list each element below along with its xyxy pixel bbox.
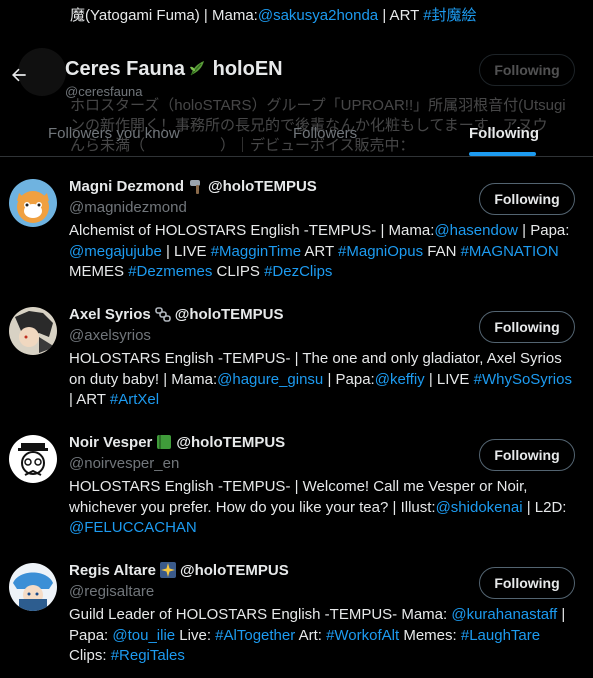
green-book-icon (157, 435, 172, 449)
bio-link[interactable]: #MagniOpus (338, 243, 423, 260)
user-name-suffix: @holoTEMPUS (208, 177, 317, 195)
bg-line1-text: 魔(Yatogami Fuma) | Mama: (70, 7, 258, 24)
user-bio: HOLOSTARS English -TEMPUS- | The one and… (69, 349, 579, 411)
bio-link[interactable]: #RegiTales (111, 647, 185, 664)
list-item-noir[interactable]: Noir Vesper @holoTEMPUS @noirvesper_en H… (0, 413, 593, 541)
bio-link[interactable]: #LaughTare (461, 627, 540, 644)
page-title-suffix: holoEN (207, 58, 283, 80)
following-button[interactable]: Following (479, 183, 575, 215)
bio-text: | Papa: (323, 370, 375, 388)
bio-text: FAN (423, 242, 461, 260)
user-name-suffix: @holoTEMPUS (174, 305, 284, 323)
bio-text: | L2D: (522, 498, 567, 516)
bg-follow-button: Following (479, 54, 575, 86)
user-handle[interactable]: @regisaltare (69, 583, 154, 600)
user-handle[interactable]: @magnidezmond (69, 199, 187, 216)
user-name[interactable]: Magni Dezmond @holoTEMPUS (69, 177, 317, 195)
avatar[interactable] (9, 435, 57, 483)
bio-text: Alchemist of HOLOSTARS English -TEMPUS- … (69, 222, 435, 239)
user-bio: HOLOSTARS English -TEMPUS- | Welcome! Ca… (69, 477, 579, 539)
arrow-left-icon (12, 68, 26, 82)
bio-text: Guild Leader of HOLOSTARS English -TEMPU… (69, 606, 452, 623)
bio-link[interactable]: @hasendow (434, 222, 518, 239)
page-handle: @ceresfauna (65, 84, 143, 99)
tab-following[interactable]: Following (469, 110, 539, 156)
chains-icon (154, 307, 171, 322)
bio-text: | LIVE (424, 370, 474, 388)
back-button[interactable] (4, 60, 34, 90)
list-item-axel[interactable]: Axel Syrios @holoTEMPUS @axelsyrios HOLO… (0, 285, 593, 413)
tab-followers[interactable]: Followers (293, 110, 357, 156)
sparkle-star-icon (159, 562, 176, 578)
user-display-name: Regis Altare (69, 561, 156, 579)
user-handle[interactable]: @noirvesper_en (69, 455, 179, 472)
avatar[interactable] (9, 307, 57, 355)
list-item-magni[interactable]: Magni Dezmond @holoTEMPUS @magnidezmond … (0, 157, 593, 285)
bio-text: Clips: (69, 647, 111, 664)
following-button[interactable]: Following (479, 567, 575, 599)
bio-link[interactable]: @shidokenai (436, 499, 523, 516)
bio-link[interactable]: @kurahanastaff (451, 606, 557, 623)
bio-text: CLIPS (212, 263, 265, 280)
page-title: Ceres Fauna holoEN (65, 58, 283, 81)
bg-line1-art: | ART (378, 7, 424, 24)
user-bio: Guild Leader of HOLOSTARS English -TEMPU… (69, 605, 579, 667)
tab-bar: Followers you know Followers Following (0, 110, 593, 157)
bio-text: Memes: (399, 626, 461, 644)
bio-link[interactable]: @keffiy (375, 371, 425, 388)
bio-text: | LIVE (161, 242, 211, 260)
bio-text: | ART (69, 391, 110, 408)
bio-link[interactable]: #AlTogether (215, 627, 295, 644)
bio-link[interactable]: #WorkofAlt (326, 627, 399, 644)
bio-link[interactable]: @megajujube (69, 243, 162, 260)
user-handle[interactable]: @axelsyrios (69, 327, 151, 344)
bio-link[interactable]: @tou_ilie (112, 627, 175, 644)
bio-text: | Papa: (518, 222, 570, 239)
bio-text: Art: (295, 626, 327, 644)
bio-link[interactable]: #MagginTime (211, 243, 301, 260)
user-display-name: Axel Syrios (69, 305, 151, 323)
bio-link[interactable]: @hagure_ginsu (217, 371, 323, 388)
following-button[interactable]: Following (479, 311, 575, 343)
following-list: Magni Dezmond @holoTEMPUS @magnidezmond … (0, 157, 593, 669)
bio-link[interactable]: #ArtXel (110, 391, 159, 408)
page-title-name: Ceres Fauna (65, 58, 186, 80)
active-tab-indicator (469, 152, 536, 156)
tab-followers-you-know[interactable]: Followers you know (48, 110, 180, 156)
list-item-regis[interactable]: Regis Altare @holoTEMPUS @regisaltare Gu… (0, 541, 593, 669)
bio-link[interactable]: #WhySoSyrios (474, 371, 572, 388)
user-bio: Alchemist of HOLOSTARS English -TEMPUS- … (69, 221, 579, 283)
user-display-name: Magni Dezmond (69, 177, 184, 195)
bg-line1-mama-link[interactable]: @sakusya2honda (258, 7, 378, 24)
bio-link[interactable]: @FELUCCACHAN (69, 519, 197, 536)
bio-text: MEMES (69, 263, 129, 280)
bg-line1-tag-link[interactable]: #封魔絵 (423, 7, 476, 24)
bio-link[interactable]: #Dezmemes (128, 263, 212, 280)
leaf-icon (190, 61, 205, 76)
avatar[interactable] (9, 563, 57, 611)
user-display-name: Noir Vesper (69, 433, 153, 451)
user-name[interactable]: Regis Altare @holoTEMPUS (69, 561, 289, 579)
user-name[interactable]: Axel Syrios @holoTEMPUS (69, 305, 284, 323)
avatar[interactable] (9, 179, 57, 227)
bio-link[interactable]: #MAGNATION (461, 243, 559, 260)
bio-text: Live: (175, 626, 216, 644)
user-name-suffix: @holoTEMPUS (176, 433, 286, 451)
user-name[interactable]: Noir Vesper @holoTEMPUS (69, 433, 285, 451)
user-name-suffix: @holoTEMPUS (179, 561, 289, 579)
following-button[interactable]: Following (479, 439, 575, 471)
bg-line-1: 魔(Yatogami Fuma) | Mama:@sakusya2honda |… (70, 6, 477, 26)
bio-link[interactable]: #DezClips (264, 263, 332, 280)
bio-text: ART (301, 242, 339, 260)
hammer-icon (190, 180, 200, 194)
